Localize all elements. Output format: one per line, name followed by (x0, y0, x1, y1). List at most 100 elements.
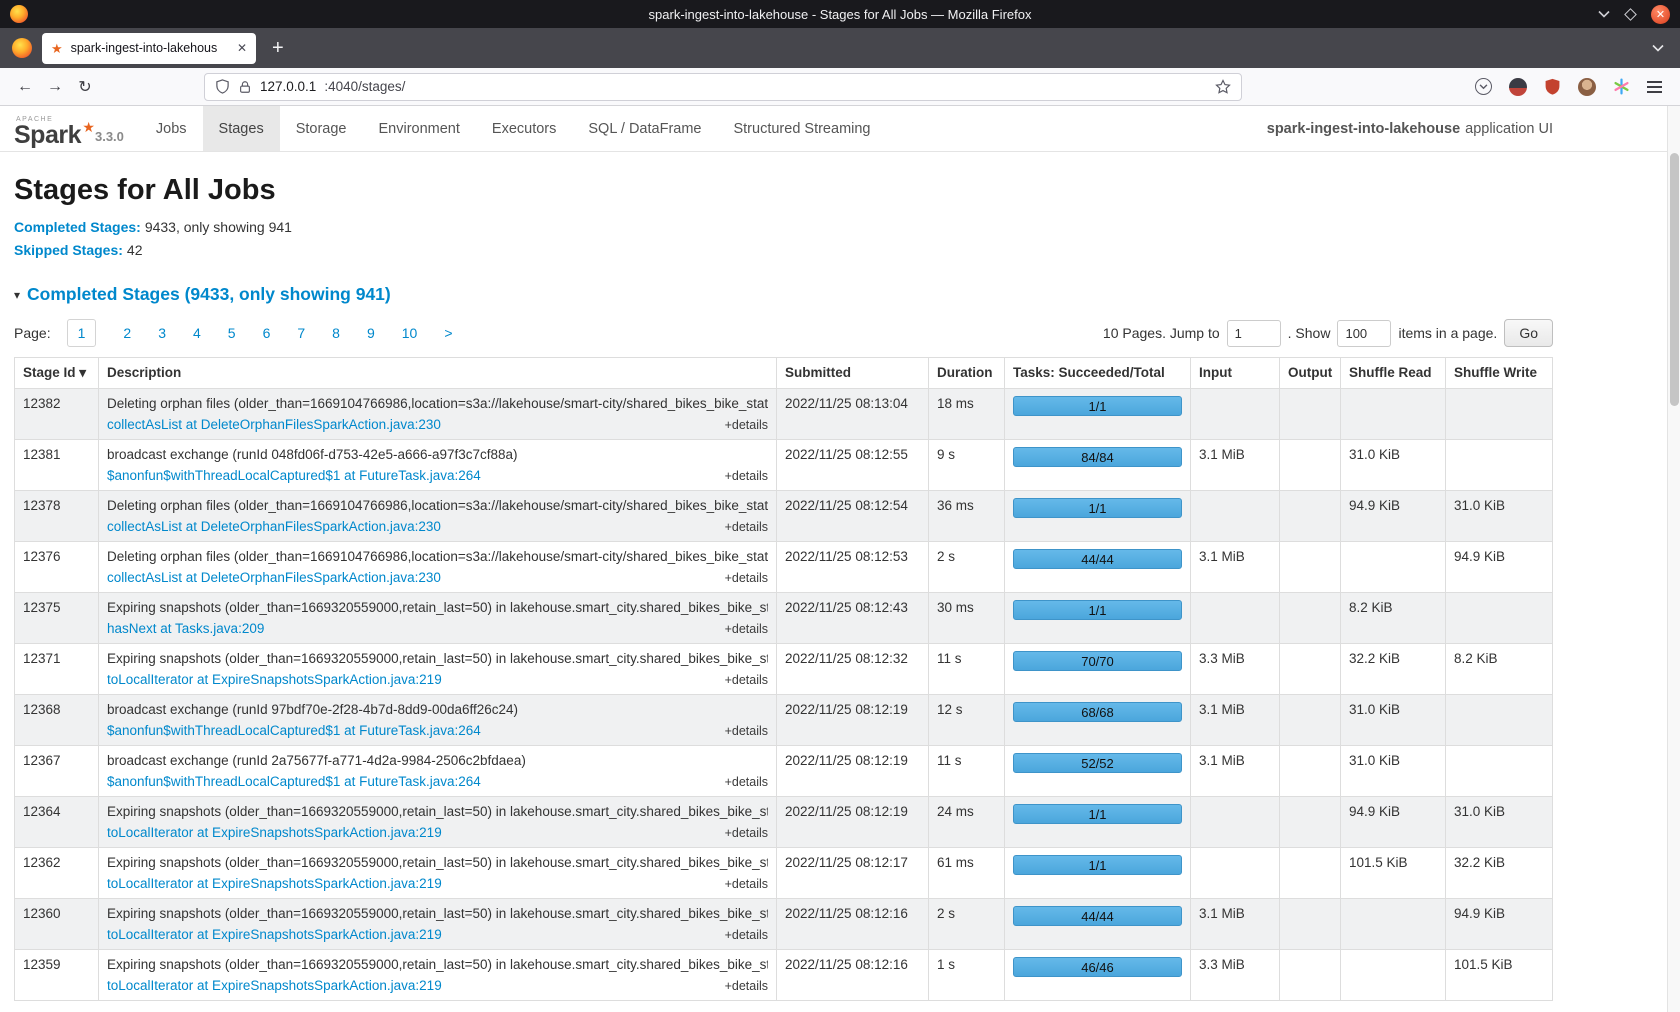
stage-link[interactable]: collectAsList at DeleteOrphanFilesSparkA… (107, 570, 441, 585)
shuffle-write-cell: 31.0 KiB (1446, 491, 1553, 542)
details-toggle[interactable]: +details (725, 622, 768, 636)
browser-tab[interactable]: ★ spark-ingest-into-lakehous ✕ (42, 33, 256, 64)
details-toggle[interactable]: +details (725, 520, 768, 534)
page-link[interactable]: 3 (158, 325, 166, 341)
column-header[interactable]: Description (99, 358, 777, 389)
stage-link[interactable]: $anonfun$withThreadLocalCaptured$1 at Fu… (107, 774, 481, 789)
asterisk-extension-icon[interactable] (1613, 78, 1630, 95)
column-header[interactable]: Stage Id ▾ (15, 358, 99, 389)
completed-stages-section-toggle[interactable]: ▾ Completed Stages (9433, only showing 9… (14, 284, 1553, 305)
firefox-view-icon[interactable] (12, 38, 32, 58)
nav-stages[interactable]: Stages (203, 106, 280, 151)
spark-header: APACHE Spark ★ 3.3.0 Jobs Stages Storage… (0, 106, 1680, 152)
spark-logo[interactable]: APACHE Spark ★ 3.3.0 (14, 106, 124, 151)
page-link[interactable]: 5 (228, 325, 236, 341)
list-tabs-chevron-icon[interactable] (1652, 39, 1668, 57)
go-button[interactable]: Go (1504, 319, 1553, 347)
new-tab-button[interactable]: + (266, 38, 290, 58)
ublock-shield-icon[interactable] (1544, 78, 1561, 95)
submitted-cell: 2022/11/25 08:12:16 (777, 950, 929, 1001)
page-link[interactable]: 2 (123, 325, 131, 341)
shield-icon[interactable] (215, 79, 230, 94)
url-bar[interactable]: 127.0.0.1:4040/stages/ (204, 73, 1242, 101)
tasks-progress-label: 1/1 (1088, 603, 1106, 618)
scrollbar-thumb[interactable] (1670, 153, 1679, 406)
account-extension-icon[interactable] (1509, 78, 1527, 96)
details-toggle[interactable]: +details (725, 826, 768, 840)
details-toggle[interactable]: +details (725, 673, 768, 687)
stage-id-cell: 12371 (15, 644, 99, 695)
stage-link[interactable]: toLocalIterator at ExpireSnapshotsSparkA… (107, 927, 442, 942)
show-text: . Show (1288, 325, 1331, 341)
reload-icon[interactable]: ↻ (70, 77, 100, 97)
nav-sql-dataframe[interactable]: SQL / DataFrame (572, 106, 717, 151)
stage-link[interactable]: $anonfun$withThreadLocalCaptured$1 at Fu… (107, 723, 481, 738)
stage-link[interactable]: $anonfun$withThreadLocalCaptured$1 at Fu… (107, 468, 481, 483)
nav-storage[interactable]: Storage (280, 106, 363, 151)
page-link[interactable]: 10 (402, 325, 418, 341)
nav-executors[interactable]: Executors (476, 106, 572, 151)
tasks-progress-bar: 44/44 (1013, 906, 1182, 926)
completed-stages-link[interactable]: Completed Stages: (14, 219, 141, 235)
pocket-icon[interactable] (1475, 78, 1492, 95)
jump-to-input[interactable] (1227, 320, 1281, 347)
nav-structured-streaming[interactable]: Structured Streaming (717, 106, 886, 151)
tasks-progress-label: 44/44 (1081, 909, 1114, 924)
window-minimize-icon[interactable] (1598, 10, 1610, 18)
column-header[interactable]: Tasks: Succeeded/Total (1005, 358, 1191, 389)
details-toggle[interactable]: +details (725, 724, 768, 738)
completed-stages-section-title: Completed Stages (9433, only showing 941… (27, 284, 391, 305)
details-toggle[interactable]: +details (725, 469, 768, 483)
tab-close-icon[interactable]: ✕ (237, 41, 247, 55)
tasks-cell: 44/44 (1005, 542, 1191, 593)
stage-description: Deleting orphan files (older_than=166910… (107, 396, 768, 411)
shuffle-read-cell: 94.9 KiB (1341, 491, 1446, 542)
skipped-stages-link[interactable]: Skipped Stages: (14, 242, 123, 258)
nav-environment[interactable]: Environment (363, 106, 476, 151)
menu-icon[interactable] (1647, 81, 1662, 93)
duration-cell: 30 ms (929, 593, 1005, 644)
lock-icon[interactable] (238, 80, 252, 94)
details-toggle[interactable]: +details (725, 979, 768, 993)
screen: spark-ingest-into-lakehouse - Stages for… (0, 0, 1680, 1012)
page-link[interactable]: 6 (263, 325, 271, 341)
column-header[interactable]: Submitted (777, 358, 929, 389)
stage-link[interactable]: toLocalIterator at ExpireSnapshotsSparkA… (107, 876, 442, 891)
output-cell (1280, 746, 1341, 797)
browser-toolbar: ← → ↻ 127.0.0.1:4040/stages/ (0, 68, 1680, 106)
column-header[interactable]: Output (1280, 358, 1341, 389)
page-link[interactable]: > (444, 325, 452, 341)
window-close-button[interactable]: ✕ (1651, 5, 1670, 24)
details-toggle[interactable]: +details (725, 877, 768, 891)
column-header[interactable]: Input (1191, 358, 1280, 389)
stage-link[interactable]: toLocalIterator at ExpireSnapshotsSparkA… (107, 825, 442, 840)
window-maximize-icon[interactable] (1624, 8, 1637, 21)
stage-link[interactable]: hasNext at Tasks.java:209 (107, 621, 264, 636)
page-link[interactable]: 9 (367, 325, 375, 341)
column-header[interactable]: Duration (929, 358, 1005, 389)
details-toggle[interactable]: +details (725, 571, 768, 585)
column-header[interactable]: Shuffle Read (1341, 358, 1446, 389)
page-link[interactable]: 4 (193, 325, 201, 341)
description-cell: broadcast exchange (runId 048fd06f-d753-… (99, 440, 777, 491)
column-header[interactable]: Shuffle Write (1446, 358, 1553, 389)
nav-jobs[interactable]: Jobs (140, 106, 203, 151)
duration-cell: 24 ms (929, 797, 1005, 848)
back-icon[interactable]: ← (10, 78, 40, 96)
stage-link[interactable]: toLocalIterator at ExpireSnapshotsSparkA… (107, 978, 442, 993)
avatar-extension-icon[interactable] (1578, 78, 1596, 96)
details-toggle[interactable]: +details (725, 775, 768, 789)
page-link[interactable]: 1 (67, 319, 97, 347)
stage-link[interactable]: toLocalIterator at ExpireSnapshotsSparkA… (107, 672, 442, 687)
stage-link[interactable]: collectAsList at DeleteOrphanFilesSparkA… (107, 417, 441, 432)
page-link[interactable]: 7 (297, 325, 305, 341)
scrollbar-track[interactable] (1667, 106, 1680, 1012)
show-count-input[interactable] (1337, 320, 1391, 347)
page-link[interactable]: 8 (332, 325, 340, 341)
bookmark-star-icon[interactable] (1215, 79, 1231, 95)
tasks-cell: 46/46 (1005, 950, 1191, 1001)
forward-icon[interactable]: → (40, 78, 70, 96)
details-toggle[interactable]: +details (725, 928, 768, 942)
details-toggle[interactable]: +details (725, 418, 768, 432)
stage-link[interactable]: collectAsList at DeleteOrphanFilesSparkA… (107, 519, 441, 534)
